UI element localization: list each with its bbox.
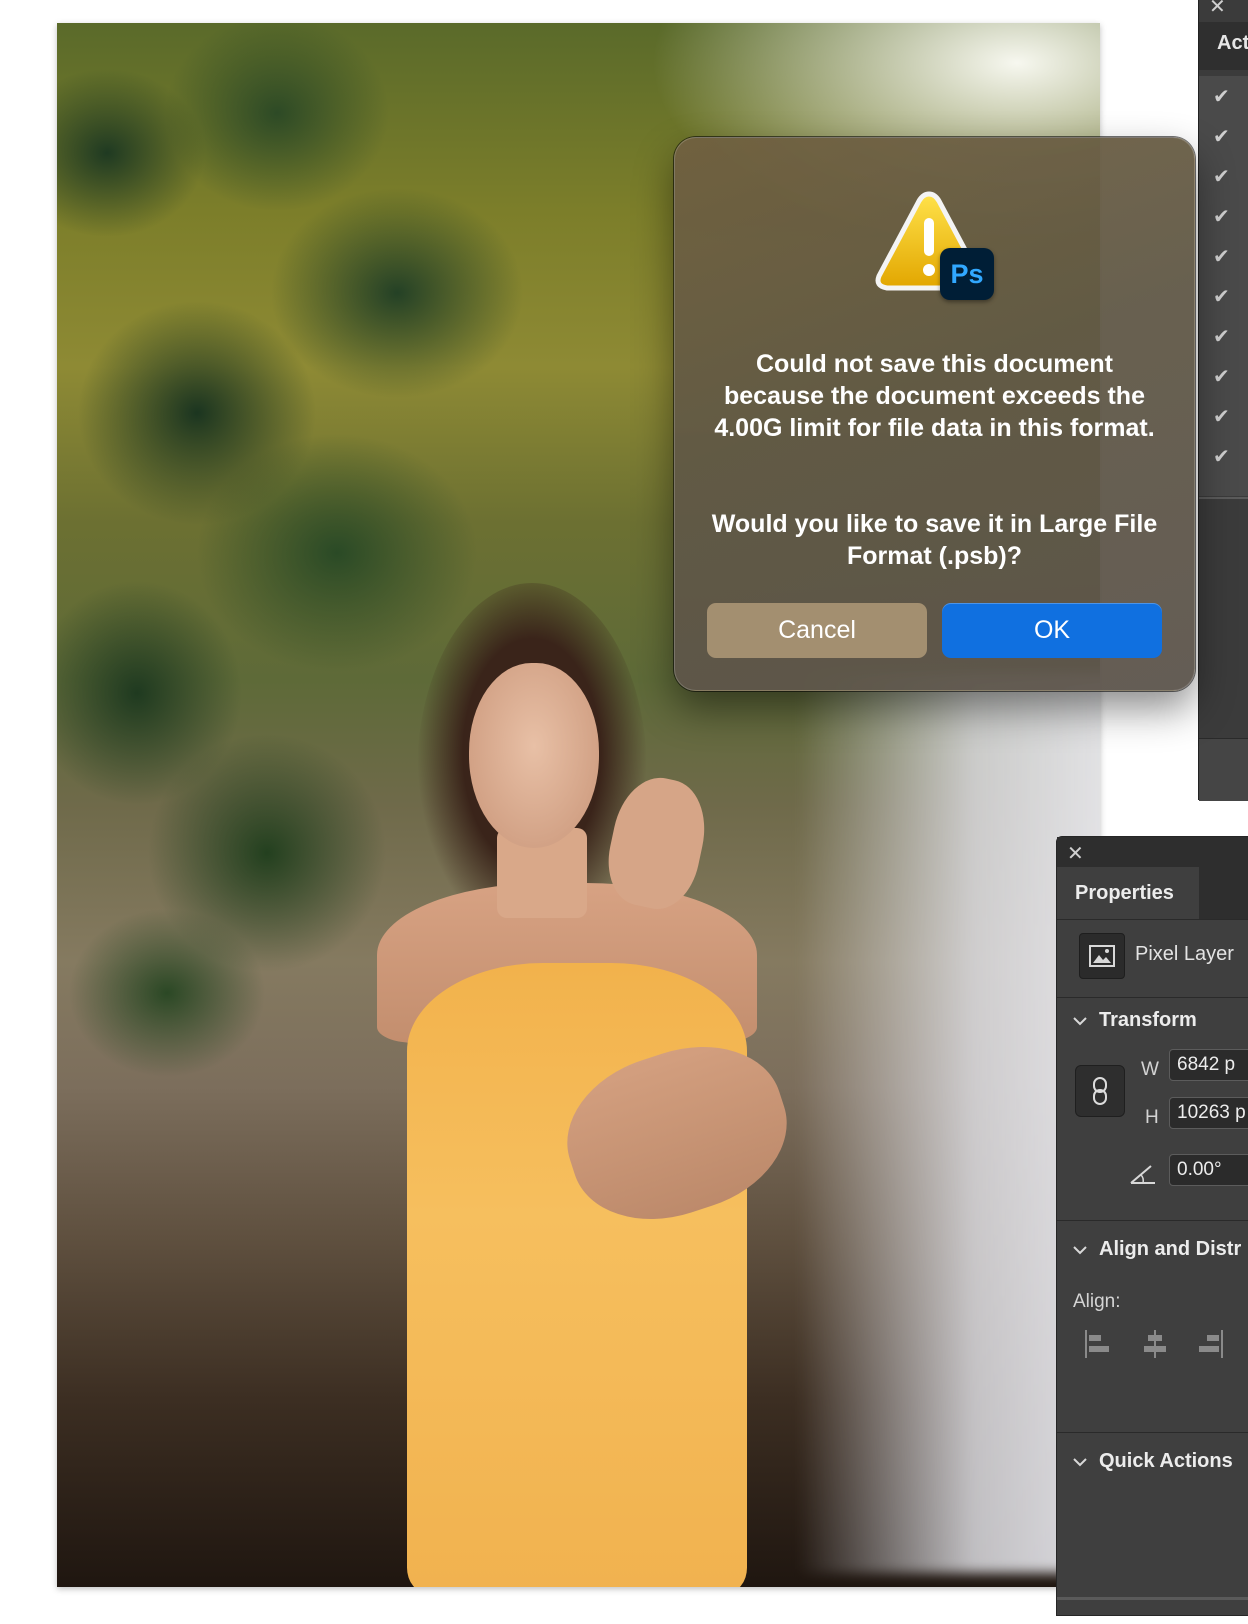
dialog-message: Could not save this document because the… xyxy=(714,350,1155,442)
link-dimensions-button[interactable] xyxy=(1075,1065,1125,1117)
action-check-icon[interactable]: ✔ xyxy=(1213,84,1230,109)
align-section-header[interactable]: Align and Distr xyxy=(1071,1238,1241,1261)
cancel-button[interactable]: Cancel xyxy=(707,603,927,658)
actions-divider xyxy=(1199,497,1248,499)
height-field[interactable]: 10263 p xyxy=(1169,1097,1248,1129)
angle-field[interactable]: 0.00° xyxy=(1169,1154,1248,1186)
actions-list: ✔ ✔ ✔ ✔ ✔ ✔ ✔ ✔ ✔ ✔ xyxy=(1199,76,1248,496)
align-label: Align: xyxy=(1073,1291,1121,1312)
divider xyxy=(1057,997,1248,998)
action-check-icon[interactable]: ✔ xyxy=(1213,284,1230,309)
action-check-icon[interactable]: ✔ xyxy=(1213,364,1230,389)
transform-label: Transform xyxy=(1099,1009,1197,1031)
action-check-icon[interactable]: ✔ xyxy=(1213,404,1230,429)
chevron-down-icon xyxy=(1073,1016,1087,1025)
actions-close-icon[interactable]: ✕ xyxy=(1209,0,1226,19)
warning-icon-group: Ps xyxy=(875,188,994,300)
action-check-icon[interactable]: ✔ xyxy=(1213,124,1230,149)
photoshop-app-badge: Ps xyxy=(940,248,994,300)
align-section-label: Align and Distr xyxy=(1099,1238,1242,1260)
action-check-icon[interactable]: ✔ xyxy=(1213,244,1230,269)
quick-actions-section-header[interactable]: Quick Actions xyxy=(1071,1450,1233,1473)
actions-panel: ✕ Act ✔ ✔ ✔ ✔ ✔ ✔ ✔ ✔ ✔ ✔ xyxy=(1198,0,1248,801)
action-check-icon[interactable]: ✔ xyxy=(1213,324,1230,349)
divider xyxy=(1057,919,1248,920)
action-check-icon[interactable]: ✔ xyxy=(1213,164,1230,189)
tab-properties[interactable]: Properties xyxy=(1057,867,1199,919)
portrait-subject xyxy=(357,583,877,1587)
actions-footer xyxy=(1199,738,1248,801)
align-right-icon[interactable] xyxy=(1197,1329,1225,1359)
height-label: H xyxy=(1145,1107,1159,1128)
ok-button[interactable]: OK xyxy=(942,603,1162,658)
save-error-dialog: Ps Could not save this document because … xyxy=(674,137,1195,691)
action-check-icon[interactable]: ✔ xyxy=(1213,444,1230,469)
tabbar-empty xyxy=(1199,867,1248,919)
pixel-layer-icon xyxy=(1079,933,1125,979)
layer-type-label: Pixel Layer xyxy=(1135,943,1234,965)
angle-icon xyxy=(1130,1165,1155,1184)
actions-tab-title[interactable]: Act xyxy=(1217,32,1248,55)
divider xyxy=(1057,1597,1248,1600)
align-left-icon[interactable] xyxy=(1083,1329,1111,1359)
width-label: W xyxy=(1141,1059,1159,1080)
properties-close-icon[interactable]: ✕ xyxy=(1067,841,1084,866)
quick-actions-label: Quick Actions xyxy=(1099,1450,1233,1472)
chevron-down-icon xyxy=(1073,1245,1087,1254)
transform-section-header[interactable]: Transform xyxy=(1071,1009,1197,1032)
divider xyxy=(1057,1220,1248,1221)
chevron-down-icon xyxy=(1073,1457,1087,1466)
properties-topbar xyxy=(1057,837,1248,867)
subject-face xyxy=(469,663,599,848)
dialog-question: Would you like to save it in Large File … xyxy=(711,510,1158,570)
chain-link-icon xyxy=(1093,1077,1107,1105)
action-check-icon[interactable]: ✔ xyxy=(1213,204,1230,229)
properties-panel: ✕ Properties Pixel Layer Transform W 684… xyxy=(1056,836,1248,1616)
align-center-icon[interactable] xyxy=(1141,1329,1169,1359)
divider xyxy=(1057,1432,1248,1433)
width-field[interactable]: 6842 p xyxy=(1169,1049,1248,1081)
image-icon xyxy=(1089,945,1115,967)
